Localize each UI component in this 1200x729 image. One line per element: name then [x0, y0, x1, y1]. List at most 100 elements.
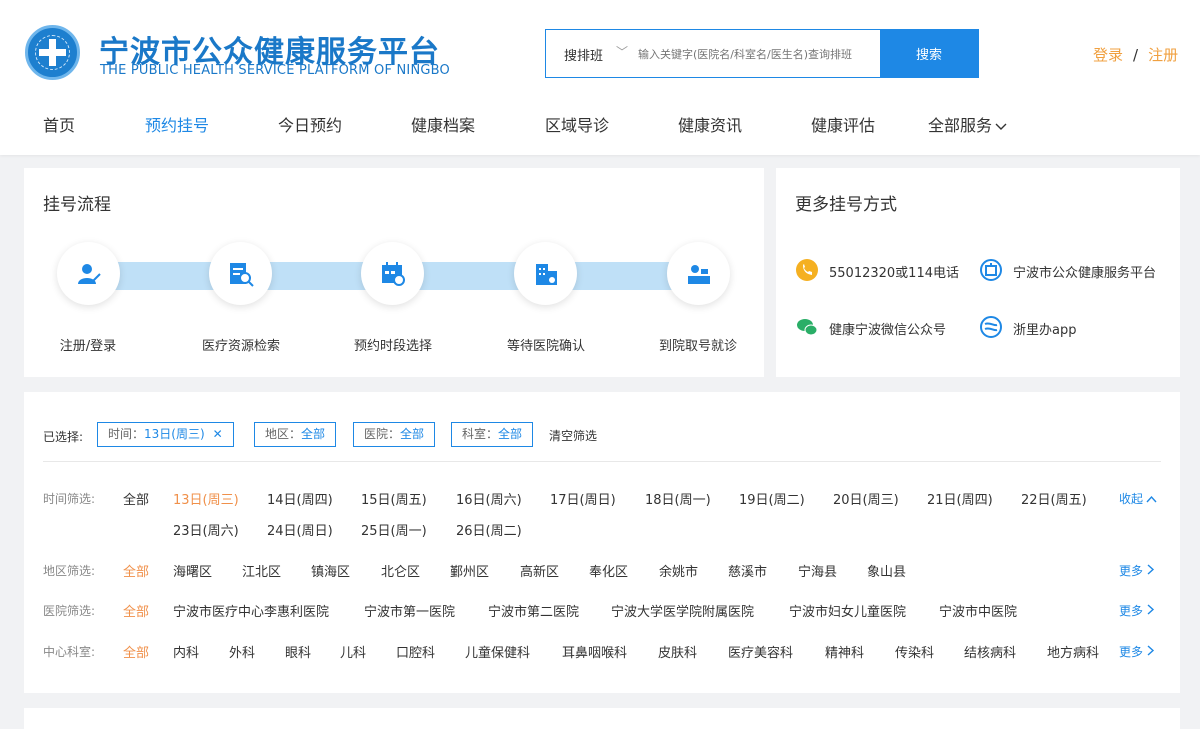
- department-option[interactable]: 地方病科: [1047, 642, 1099, 661]
- time-option[interactable]: 25日(周一): [361, 520, 427, 539]
- step-visit-circle: [667, 242, 730, 305]
- nav-health-news[interactable]: 健康资讯: [678, 112, 742, 136]
- time-option[interactable]: 17日(周日): [550, 489, 616, 508]
- department-more-link[interactable]: 更多: [1119, 643, 1155, 660]
- close-icon[interactable]: ✕: [213, 427, 223, 441]
- chevron-down-icon[interactable]: ﹀: [616, 43, 628, 60]
- area-option[interactable]: 北仑区: [381, 561, 420, 580]
- area-option[interactable]: 鄞州区: [450, 561, 489, 580]
- time-option[interactable]: 18日(周一): [645, 489, 711, 508]
- zheliban-icon: [980, 316, 1002, 338]
- department-option[interactable]: 内科: [173, 642, 199, 661]
- way-zheliban[interactable]: 浙里办app: [1013, 319, 1076, 338]
- nav-health-assessment[interactable]: 健康评估: [811, 112, 875, 136]
- hospital-option[interactable]: 宁波市妇女儿童医院: [789, 601, 906, 620]
- area-more-link[interactable]: 更多: [1119, 562, 1155, 579]
- hospital-option[interactable]: 宁波市第二医院: [488, 601, 579, 620]
- time-option[interactable]: 23日(周六): [173, 520, 239, 539]
- nav-home[interactable]: 首页: [43, 112, 75, 136]
- login-link[interactable]: 登录: [1093, 46, 1123, 64]
- way-platform[interactable]: 宁波市公众健康服务平台: [1013, 262, 1156, 281]
- clear-filters-link[interactable]: 清空筛选: [549, 427, 597, 444]
- department-option[interactable]: 儿童保健科: [465, 642, 530, 661]
- step-label: 医疗资源检索: [201, 339, 281, 354]
- time-option[interactable]: 21日(周四): [927, 489, 993, 508]
- hospital-option[interactable]: 宁波市第一医院: [364, 601, 455, 620]
- hospital-option[interactable]: 宁波市医疗中心李惠利医院: [173, 601, 329, 620]
- time-option[interactable]: 13日(周三): [173, 489, 239, 508]
- hospital-more-link[interactable]: 更多: [1119, 602, 1155, 619]
- site-subtitle: THE PUBLIC HEALTH SERVICE PLATFORM OF NI…: [100, 63, 450, 78]
- nav-today[interactable]: 今日预约: [278, 112, 342, 136]
- chip-department[interactable]: 科室：全部: [451, 422, 534, 447]
- time-option[interactable]: 16日(周六): [456, 489, 522, 508]
- more-label: 更多: [1119, 604, 1144, 618]
- time-option[interactable]: 20日(周三): [833, 489, 899, 508]
- department-option[interactable]: 眼科: [285, 642, 311, 661]
- area-option[interactable]: 象山县: [867, 561, 906, 580]
- hospital-option[interactable]: 全部: [123, 601, 149, 620]
- area-option[interactable]: 慈溪市: [728, 561, 767, 580]
- chevron-down-icon: [995, 123, 1007, 130]
- department-option[interactable]: 全部: [123, 642, 149, 661]
- area-option[interactable]: 余姚市: [659, 561, 698, 580]
- chip-area[interactable]: 地区：全部: [254, 422, 337, 447]
- header: 宁波市公众健康服务平台 THE PUBLIC HEALTH SERVICE PL…: [0, 0, 1200, 155]
- department-option[interactable]: 外科: [229, 642, 255, 661]
- department-option[interactable]: 传染科: [895, 642, 934, 661]
- hospital-option[interactable]: 宁波大学医学院附属医院: [611, 601, 754, 620]
- area-option[interactable]: 宁海县: [798, 561, 837, 580]
- search-button[interactable]: 搜索: [880, 30, 978, 77]
- nav-all-services[interactable]: 全部服务: [928, 112, 1007, 136]
- chip-key: 时间：: [108, 427, 145, 441]
- time-option[interactable]: 24日(周日): [267, 520, 333, 539]
- chevron-right-icon: [1147, 645, 1155, 656]
- department-option[interactable]: 皮肤科: [658, 642, 697, 661]
- department-option[interactable]: 口腔科: [396, 642, 435, 661]
- selected-label: 已选择:: [43, 430, 84, 444]
- department-option[interactable]: 儿科: [340, 642, 366, 661]
- nav-regional-guide[interactable]: 区域导诊: [545, 112, 609, 136]
- time-option[interactable]: 22日(周五): [1021, 489, 1087, 508]
- time-option[interactable]: 26日(周二): [456, 520, 522, 539]
- search-input[interactable]: [638, 43, 878, 65]
- area-option[interactable]: 高新区: [520, 561, 559, 580]
- wechat-icon: [796, 316, 818, 338]
- chip-value: 全部: [400, 427, 425, 441]
- department-option[interactable]: 耳鼻咽喉科: [562, 642, 627, 661]
- department-filter-label: 中心科室:: [43, 645, 96, 659]
- chip-time[interactable]: 时间：13日(周三) ✕: [97, 422, 234, 447]
- way-phone[interactable]: 55012320或114电话: [829, 262, 959, 281]
- time-option[interactable]: 14日(周四): [267, 489, 333, 508]
- chip-key: 科室：: [462, 427, 499, 441]
- area-option[interactable]: 镇海区: [311, 561, 350, 580]
- register-link[interactable]: 注册: [1148, 46, 1178, 64]
- area-option[interactable]: 江北区: [242, 561, 281, 580]
- nav-all-services-label: 全部服务: [928, 116, 993, 135]
- collapse-toggle[interactable]: 收起: [1119, 490, 1157, 507]
- area-option[interactable]: 海曙区: [173, 561, 212, 580]
- chip-key: 地区：: [265, 427, 302, 441]
- hospital-option[interactable]: 宁波市中医院: [939, 601, 1017, 620]
- time-option[interactable]: 15日(周五): [361, 489, 427, 508]
- search-type-select[interactable]: 搜排班: [564, 45, 603, 64]
- time-option[interactable]: 全部: [123, 489, 149, 508]
- area-option[interactable]: 奉化区: [589, 561, 628, 580]
- department-option[interactable]: 精神科: [825, 642, 864, 661]
- time-option[interactable]: 19日(周二): [739, 489, 805, 508]
- department-option[interactable]: 医疗美容科: [728, 642, 793, 661]
- department-option[interactable]: 结核病科: [964, 642, 1016, 661]
- document-search-icon: [230, 263, 254, 287]
- way-wechat[interactable]: 健康宁波微信公众号: [829, 319, 946, 338]
- time-filter-label: 时间筛选:: [43, 492, 96, 506]
- more-label: 更多: [1119, 564, 1144, 578]
- logo-emblem[interactable]: [25, 25, 80, 80]
- area-filter-label: 地区筛选:: [43, 564, 96, 578]
- hospital-filter-label: 医院筛选:: [43, 604, 96, 618]
- area-option[interactable]: 全部: [123, 561, 149, 580]
- nav-health-records[interactable]: 健康档案: [411, 112, 475, 136]
- nav-appointment[interactable]: 预约挂号: [145, 112, 209, 136]
- chip-hospital[interactable]: 医院：全部: [353, 422, 436, 447]
- chip-value: 全部: [498, 427, 523, 441]
- chevron-right-icon: [1147, 604, 1155, 615]
